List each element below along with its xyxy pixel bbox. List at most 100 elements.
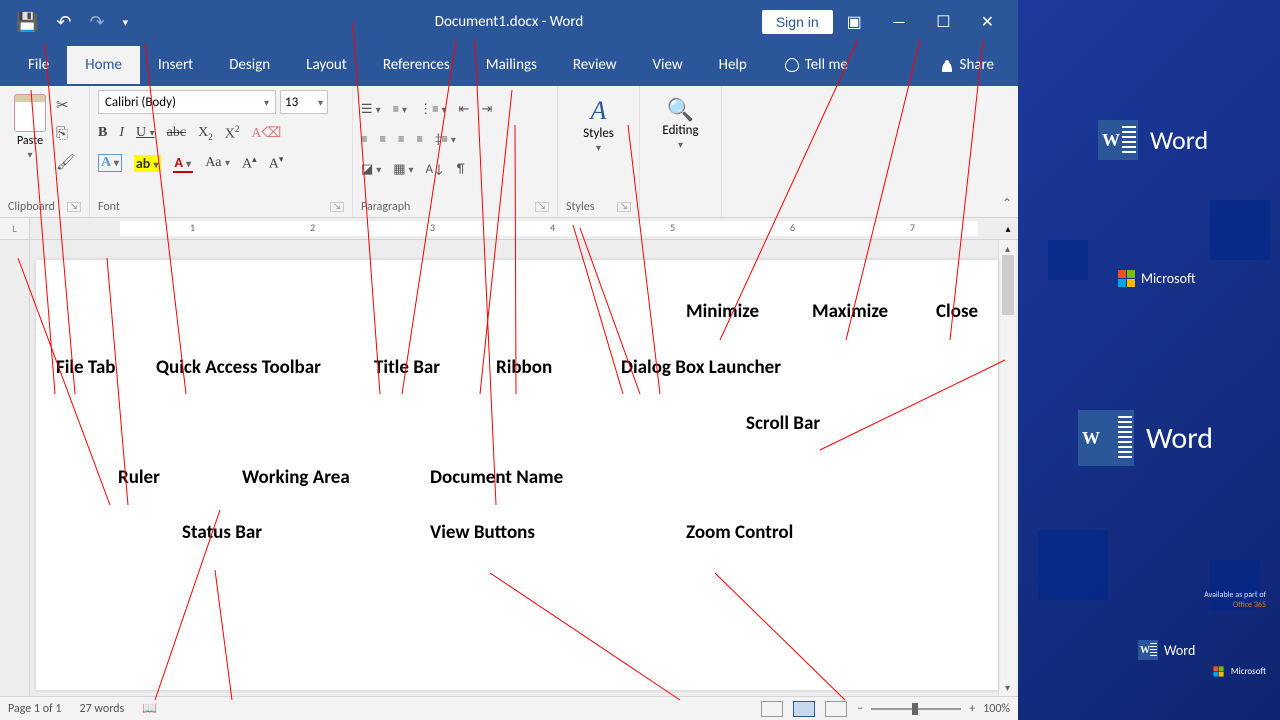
sort-button[interactable]: A↓ [426,162,445,177]
customize-qat-icon[interactable]: ▾ [123,16,129,29]
anno-zoom: Zoom Control [686,521,793,544]
anno-docname: Document Name [430,466,563,489]
paragraph-label: Paragraph [361,200,410,214]
styles-button[interactable]: A Styles ▾ [566,96,631,197]
paste-label: Paste [8,134,52,148]
font-color-button[interactable]: A ▾ [173,154,194,173]
align-left-button[interactable]: ≡ [361,132,367,147]
styles-label: Styles [566,200,594,214]
increase-indent-button[interactable]: ⇥ [481,102,492,117]
save-icon[interactable]: 💾 [16,11,38,33]
align-right-button[interactable]: ≡ [398,132,404,147]
tab-review[interactable]: Review [555,46,635,84]
read-mode-button[interactable] [761,701,783,717]
working-area[interactable]: Minimize Maximize Close File Tab Quick A… [36,260,998,690]
paste-button[interactable]: Paste ▾ [8,90,52,197]
multilevel-button[interactable]: ⋮≡ ▾ [419,102,446,117]
maximize-button[interactable]: ☐ [936,12,950,32]
print-layout-button[interactable] [793,701,815,717]
italic-button[interactable]: I [119,125,124,141]
vertical-ruler[interactable] [0,240,30,696]
ribbon-tabs: File Home Insert Design Layout Reference… [0,44,1018,86]
share-label: Share [960,56,994,74]
copy-icon[interactable]: ⎘ [56,125,75,143]
shrink-font-button[interactable]: A▾ [269,154,284,173]
anno-qat: Quick Access Toolbar [156,356,321,379]
anno-maximize: Maximize [812,300,888,323]
font-label: Font [98,200,120,214]
tab-view[interactable]: View [635,46,701,84]
ribbon-display-icon[interactable]: ▣ [847,12,862,32]
ruler-num: 7 [910,221,915,234]
sidebar-word-label: Word [1146,420,1213,457]
styles-dialog-launcher[interactable]: ↘ [617,202,631,212]
underline-button[interactable]: U ▾ [136,125,155,141]
tab-layout[interactable]: Layout [288,46,365,84]
borders-button[interactable]: ▦ ▾ [393,162,413,177]
superscript-button[interactable]: X2 [225,124,240,143]
line-spacing-button[interactable]: ‡≡ ▾ [435,132,456,147]
zoom-out-button[interactable]: − [857,702,863,716]
grow-font-button[interactable]: A▴ [242,154,257,173]
font-name-select[interactable]: Calibri (Body)▾ [98,90,276,114]
tab-home[interactable]: Home [67,46,140,84]
bold-button[interactable]: B [98,125,107,141]
ruler-num: 5 [670,221,675,234]
show-marks-button[interactable]: ¶ [457,162,465,177]
horizontal-ruler[interactable]: 1 2 3 4 5 6 7 [30,218,998,239]
signin-button[interactable]: Sign in [762,10,833,34]
format-painter-icon[interactable]: 🖌 [56,153,75,172]
clear-format-icon[interactable]: A⌫ [251,125,281,142]
zoom-in-button[interactable]: + [969,702,975,716]
styles-icon: A [566,96,631,126]
ruler-scroll-icon[interactable]: ▴ [998,218,1018,239]
ribbon: Paste ▾ ✂ ⎘ 🖌 Clipboard↘ Calibri (Body)▾… [0,86,1018,218]
share-button[interactable]: Share [926,56,1008,74]
font-dialog-launcher[interactable]: ↘ [330,202,344,212]
font-size-select[interactable]: 13▾ [280,90,328,114]
anno-title-bar: Title Bar [374,356,440,379]
microsoft-icon [1118,270,1135,287]
editing-button[interactable]: 🔍 Editing ▾ [648,96,713,197]
web-layout-button[interactable] [825,701,847,717]
justify-button[interactable]: ≡ [416,132,422,147]
zoom-slider[interactable] [871,708,961,710]
tab-references[interactable]: References [365,46,468,84]
zoom-level[interactable]: 100% [983,702,1010,716]
minimize-button[interactable]: — [892,13,906,32]
clipboard-dialog-launcher[interactable]: ↘ [67,202,81,212]
subscript-button[interactable]: X2 [198,125,213,142]
status-bar: Page 1 of 1 27 words 📖 − + 100% [0,696,1018,720]
word-icon [1138,640,1158,660]
tab-mailings[interactable]: Mailings [468,46,555,84]
anno-dialog: Dialog Box Launcher [621,356,781,379]
numbering-button[interactable]: ≡ ▾ [393,102,407,117]
tab-file[interactable]: File [10,46,67,84]
word-count[interactable]: 27 words [80,702,125,716]
text-effects-button[interactable]: A ▾ [98,154,122,172]
tab-help[interactable]: Help [701,46,765,84]
spell-check-icon[interactable]: 📖 [142,701,157,716]
strikethrough-button[interactable]: abc [167,125,186,141]
page-number[interactable]: Page 1 of 1 [8,702,62,716]
close-button[interactable]: ✕ [981,12,994,32]
shading-button[interactable]: ◪ ▾ [361,162,381,177]
change-case-button[interactable]: Aa ▾ [205,155,230,171]
align-center-button[interactable]: ≡ [379,132,385,147]
highlight-button[interactable]: ab ▾ [134,155,161,172]
scroll-thumb[interactable] [1002,255,1014,315]
tab-design[interactable]: Design [211,46,288,84]
find-icon: 🔍 [648,96,713,123]
undo-icon[interactable]: ↶ [56,11,71,33]
vertical-scrollbar[interactable]: ▴▾ [998,240,1016,696]
collapse-ribbon-button[interactable]: ⌃ [1002,196,1012,211]
cut-icon[interactable]: ✂ [56,96,75,115]
decrease-indent-button[interactable]: ⇤ [459,102,470,117]
ruler-bar: L 1 2 3 4 5 6 7 ▴ [0,218,1018,240]
tellme-box[interactable]: Tell me [773,56,860,74]
redo-icon[interactable]: ↷ [90,11,105,33]
bullets-button[interactable]: ☰ ▾ [361,102,381,117]
tab-insert[interactable]: Insert [140,46,211,84]
paragraph-dialog-launcher[interactable]: ↘ [535,202,549,212]
font-size-value: 13 [285,95,298,110]
